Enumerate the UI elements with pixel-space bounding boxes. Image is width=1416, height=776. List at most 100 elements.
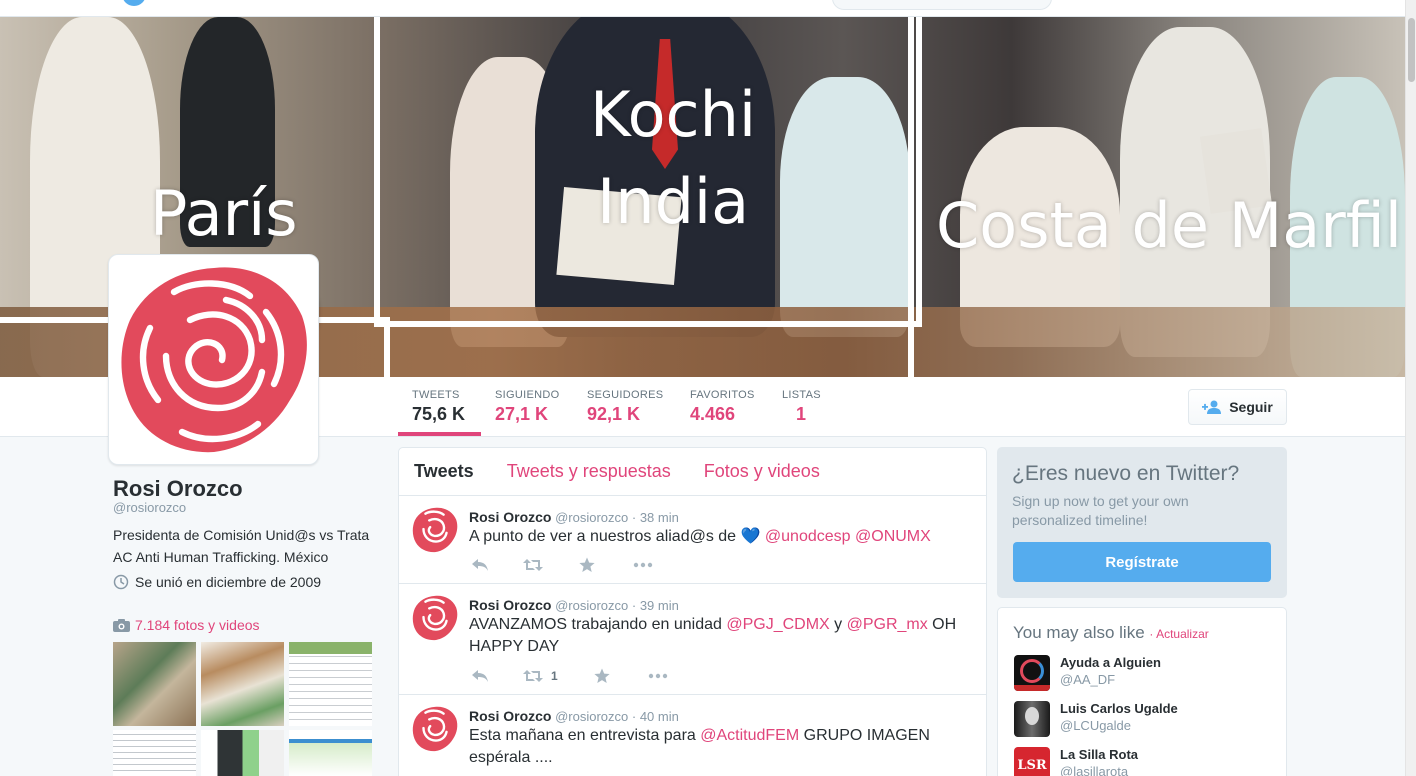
media-thumbnail[interactable] [201, 730, 284, 776]
lsr-logo-text: LSR [1017, 757, 1047, 773]
search-input[interactable] [832, 0, 1052, 10]
tweet-text-segment: Esta mañana en entrevista para [469, 727, 701, 744]
banner-caption-paris: París [150, 177, 298, 250]
tweet-actions: 1 [471, 668, 668, 684]
rose-logo-icon [412, 706, 458, 752]
more-options-icon[interactable] [633, 562, 653, 568]
retweet-icon[interactable] [523, 558, 543, 572]
stat-tweets[interactable]: TWEETS 75,6 K [412, 389, 465, 425]
stat-label: FAVORITOS [690, 389, 755, 401]
media-thumbnail[interactable] [289, 642, 372, 726]
signup-title: ¿Eres nuevo en Twitter? [1012, 462, 1240, 485]
suggestion-item[interactable]: LSR La Silla Rota @lasillarota [1014, 747, 1138, 776]
suggestion-name[interactable]: Luis Carlos Ugalde [1060, 701, 1178, 716]
suggestion-name[interactable]: Ayuda a Alguien [1060, 655, 1161, 670]
tweet-mention[interactable]: @unodcesp [765, 528, 851, 545]
suggestion-name[interactable]: La Silla Rota [1060, 747, 1138, 762]
rose-logo-icon [412, 507, 458, 553]
follow-button[interactable]: Seguir [1188, 389, 1287, 425]
tweet-author-name[interactable]: Rosi Orozco [469, 708, 551, 724]
stat-label: SEGUIDORES [587, 389, 664, 401]
photos-videos-label: 7.184 fotos y videos [135, 617, 260, 633]
tweet-author-name[interactable]: Rosi Orozco [469, 597, 551, 613]
retweet-count: 1 [551, 669, 558, 683]
reply-icon[interactable] [471, 669, 489, 683]
suggestion-item[interactable]: Luis Carlos Ugalde @LCUgalde [1014, 701, 1178, 737]
tab-photos-videos[interactable]: Fotos y videos [704, 461, 820, 482]
stat-label: LISTAS [782, 389, 821, 401]
tweet-mention[interactable]: @ActitudFEM [700, 727, 799, 744]
suggestion-avatar[interactable] [1014, 701, 1050, 737]
media-thumbnail[interactable] [289, 730, 372, 776]
tweet-item[interactable]: Rosi Orozco @rosiorozco · 40 min Esta ma… [399, 695, 986, 776]
signup-text: Sign up now to get your own personalized… [1012, 493, 1189, 528]
suggestion-handle: @lasillarota [1060, 764, 1129, 776]
tweet-timestamp[interactable]: · 39 min [632, 598, 679, 613]
banner-caption-kochi-india: Kochi India [590, 78, 757, 238]
more-options-icon[interactable] [648, 673, 668, 679]
stat-value: 1 [796, 404, 807, 424]
retweet-icon[interactable] [523, 669, 543, 683]
signup-button[interactable]: Regístrate [1013, 542, 1271, 582]
tweet-header: Rosi Orozco @rosiorozco · 38 min [469, 509, 679, 525]
profile-name[interactable]: Rosi Orozco [113, 476, 243, 502]
tweet-mention[interactable]: @PGR_mx [847, 616, 928, 633]
tweet-text: Esta mañana en entrevista para @ActitudF… [469, 725, 969, 769]
rose-logo-icon [120, 266, 307, 452]
tab-tweets-and-replies[interactable]: Tweets y respuestas [507, 461, 671, 482]
suggestions-module: You may also like · Actualizar Ayuda a A… [997, 607, 1287, 776]
stat-followers[interactable]: SEGUIDORES 92,1 K [587, 389, 663, 425]
tweet-author-handle[interactable]: @rosiorozco [555, 598, 628, 613]
stat-label: TWEETS [412, 389, 460, 401]
photos-videos-link[interactable]: 7.184 fotos y videos [113, 617, 260, 633]
stat-value: 4.466 [690, 404, 736, 424]
twitter-bird-icon[interactable] [122, 0, 146, 6]
tweet-avatar[interactable] [411, 594, 459, 642]
suggestion-handle: @LCUgalde [1060, 718, 1132, 733]
profile-avatar[interactable] [108, 254, 319, 465]
tweet-text-segment: A punto de ver a nuestros aliad@s de [469, 528, 741, 545]
reply-icon[interactable] [471, 558, 489, 572]
tweet-text: AVANZAMOS trabajando en unidad @PGJ_CDMX… [469, 614, 969, 658]
tweet-actions [471, 557, 653, 573]
scrollbar-thumb[interactable] [1408, 18, 1415, 82]
timeline-tabs: Tweets Tweets y respuestas Fotos y video… [399, 448, 986, 496]
signup-module: ¿Eres nuevo en Twitter? Sign up now to g… [997, 447, 1287, 598]
tweet-text: A punto de ver a nuestros aliad@s de 💙 @… [469, 526, 969, 548]
tweet-item[interactable]: Rosi Orozco @rosiorozco · 38 min A punto… [399, 496, 986, 584]
tweet-avatar[interactable] [411, 506, 459, 554]
profile-handle[interactable]: @rosiorozco [113, 500, 186, 515]
tweet-timestamp[interactable]: · 38 min [632, 510, 679, 525]
refresh-suggestions-link[interactable]: Actualizar [1156, 627, 1209, 641]
active-stat-indicator [398, 432, 481, 436]
favorite-star-icon[interactable] [579, 557, 595, 573]
media-thumbnail[interactable] [113, 642, 196, 726]
favorite-star-icon[interactable] [594, 668, 610, 684]
tweet-mention[interactable]: @PGJ_CDMX [726, 616, 829, 633]
page-scrollbar[interactable] [1405, 0, 1416, 776]
stat-following[interactable]: SIGUIENDO 27,1 K [495, 389, 559, 425]
media-thumbnail[interactable] [201, 642, 284, 726]
tweet-author-handle[interactable]: @rosiorozco [555, 709, 628, 724]
tweet-timestamp[interactable]: · 40 min [632, 709, 679, 724]
stat-favorites[interactable]: FAVORITOS 4.466 [690, 389, 755, 425]
media-thumbnail[interactable] [113, 730, 196, 776]
stat-value: 75,6 K [412, 404, 466, 424]
profile-bio: Presidenta de Comisión Unid@s vs Trata A… [113, 527, 370, 565]
tweet-mention[interactable]: @ONUMX [855, 528, 931, 545]
suggestion-item[interactable]: Ayuda a Alguien @AA_DF [1014, 655, 1161, 691]
tweet-author-handle[interactable]: @rosiorozco [555, 510, 628, 525]
blue-heart-icon: 💙 [740, 528, 761, 545]
tweet-item[interactable]: Rosi Orozco @rosiorozco · 39 min AVANZAM… [399, 584, 986, 695]
suggestion-avatar[interactable]: LSR [1014, 747, 1050, 776]
tweet-header: Rosi Orozco @rosiorozco · 40 min [469, 708, 679, 724]
tab-tweets[interactable]: Tweets [414, 461, 474, 482]
tweet-text-segment: AVANZAMOS trabajando en unidad [469, 616, 727, 633]
rose-logo-icon [412, 595, 458, 641]
stat-lists[interactable]: LISTAS 1 [782, 389, 821, 425]
tweet-author-name[interactable]: Rosi Orozco [469, 509, 551, 525]
banner-caption-costa-de-marfil: Costa de Marfil [936, 189, 1402, 262]
suggestion-avatar[interactable] [1014, 655, 1050, 691]
tweet-avatar[interactable] [411, 705, 459, 753]
stat-label: SIGUIENDO [495, 389, 560, 401]
